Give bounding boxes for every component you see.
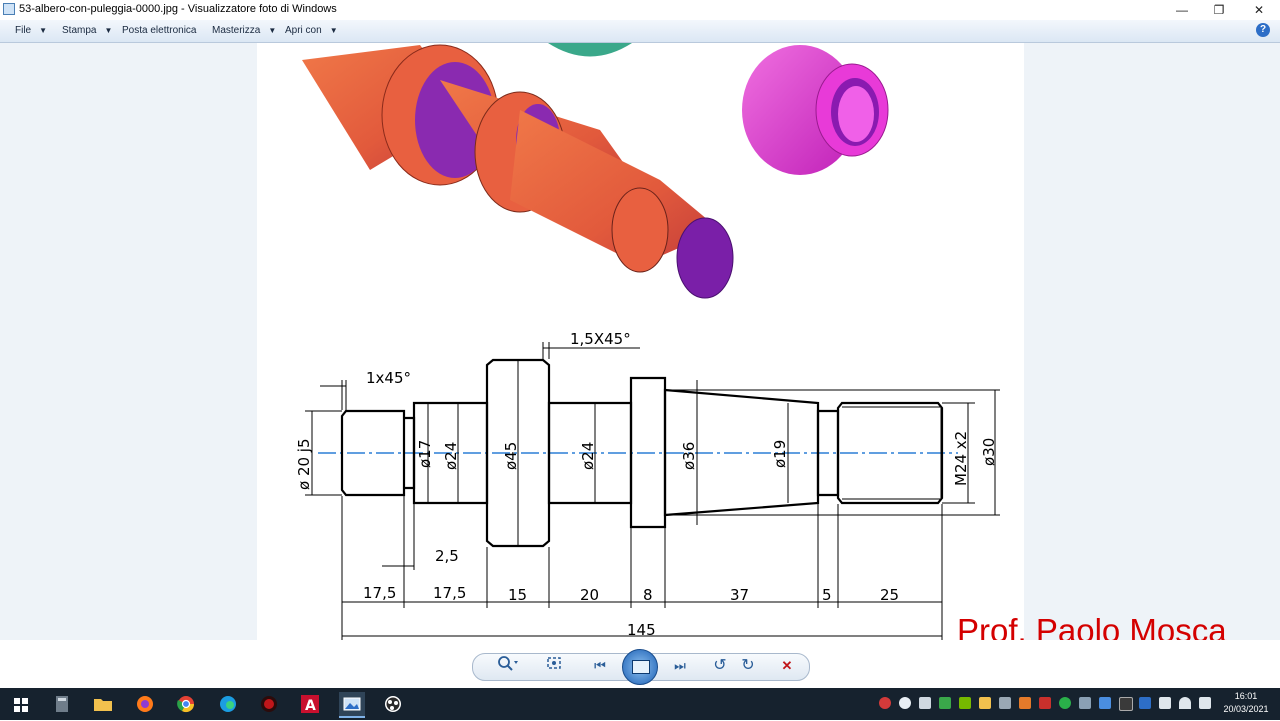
delete-button[interactable]: ✕ (775, 655, 799, 677)
dim-d30: ø30 (980, 438, 998, 466)
antivirus-icon[interactable] (1039, 697, 1051, 709)
menu-bar: File ▼ Stampa ▼ Posta elettronica Masteriz… (0, 20, 1280, 43)
dim-len-1: 17,5 (363, 584, 396, 602)
edge-icon[interactable] (215, 692, 241, 716)
menu-file[interactable]: File ▼ (15, 25, 47, 36)
dim-len-5: 8 (643, 586, 653, 604)
dim-len-2: 17,5 (433, 584, 466, 602)
drive-icon[interactable] (979, 697, 991, 709)
obs-icon[interactable] (380, 692, 406, 716)
displayed-image: 1x45° 1,5X45° ø 20 j5 ø17 ø24 ø45 ø24 ø3… (257, 43, 1024, 640)
wifi-icon[interactable] (1179, 697, 1191, 709)
magnifier-icon (498, 656, 518, 671)
close-button[interactable]: ✕ (1239, 0, 1279, 20)
dim-d19: ø19 (771, 440, 789, 468)
rotate-ccw-button[interactable]: ↺ (708, 655, 732, 677)
svg-text:A: A (305, 698, 316, 714)
photo-viewer-taskbar-icon[interactable] (339, 692, 365, 718)
dim-d36: ø36 (680, 442, 698, 470)
dim-d20-j5: ø 20 j5 (295, 438, 313, 490)
file-explorer-icon[interactable] (90, 692, 116, 716)
dim-d17: ø17 (416, 440, 434, 468)
dimension-texts: 1x45° 1,5X45° ø 20 j5 ø17 ø24 ø45 ø24 ø3… (295, 330, 998, 639)
dim-m24x2: M24 x2 (952, 431, 970, 486)
battery-icon[interactable] (1159, 697, 1171, 709)
calculator-icon[interactable] (49, 692, 75, 716)
next-button[interactable]: ⏭ (668, 655, 692, 677)
tray-record-icon[interactable] (879, 697, 891, 709)
slideshow-button[interactable] (622, 649, 658, 685)
slideshow-icon (632, 660, 650, 674)
maximize-button[interactable]: ❐ (1199, 0, 1239, 20)
dim-chamfer-1-5x45: 1,5X45° (570, 330, 631, 348)
menu-stampa-label: Stampa (62, 25, 97, 36)
autocad-icon[interactable]: A (297, 692, 323, 716)
app-red-icon[interactable] (256, 692, 282, 716)
system-clock[interactable]: 16:01 20/03/2021 (1218, 690, 1274, 716)
minimize-button[interactable]: — (1162, 0, 1202, 20)
dim-len-4: 20 (580, 586, 599, 604)
menu-apri-con[interactable]: Apri con ▼ (285, 25, 338, 36)
chevron-down-icon: ▼ (268, 26, 277, 35)
dim-len-8: 25 (880, 586, 899, 604)
sd-card-icon[interactable] (1119, 697, 1133, 711)
menu-posta-elettronica[interactable]: Posta elettronica (122, 25, 197, 36)
rotate-cw-button[interactable]: ↻ (736, 655, 760, 677)
chevron-down-icon: ▼ (39, 26, 48, 35)
menu-stampa[interactable]: Stampa ▼ (62, 25, 112, 36)
shield-icon[interactable] (939, 697, 951, 709)
whatsapp-icon[interactable] (1059, 697, 1071, 709)
dim-d24-b: ø24 (579, 442, 597, 470)
technical-drawing: 1x45° 1,5X45° ø 20 j5 ø17 ø24 ø45 ø24 ø3… (295, 43, 1000, 640)
firefox-icon[interactable] (132, 692, 158, 716)
chevron-down-icon: ▼ (329, 26, 338, 35)
chrome-icon[interactable] (173, 692, 199, 716)
start-button[interactable] (8, 692, 34, 716)
dim-d45: ø45 (502, 442, 520, 470)
zoom-button[interactable] (496, 655, 520, 677)
fit-icon (547, 657, 561, 669)
windows-logo-icon (14, 698, 28, 712)
menu-masterizza[interactable]: Masterizza ▼ (212, 25, 276, 36)
volume-icon[interactable] (1199, 697, 1211, 709)
shaft-3d-render (302, 43, 734, 299)
dim-chamfer-1x45: 1x45° (366, 369, 411, 387)
title-bar: 53-albero-con-puleggia-0000.jpg - Visual… (0, 0, 1280, 20)
dim-d24-a: ø24 (442, 442, 460, 470)
clock-date: 20/03/2021 (1223, 704, 1269, 714)
photo-viewer-icon (3, 3, 15, 15)
dim-len-7: 5 (822, 586, 832, 604)
dim-len-3: 15 (508, 586, 527, 604)
printer-icon[interactable] (999, 697, 1011, 709)
window-title: 53-albero-con-puleggia-0000.jpg - Visual… (19, 3, 337, 15)
clock-time: 16:01 (1234, 691, 1258, 701)
menu-posta-label: Posta elettronica (122, 25, 197, 36)
steam-icon[interactable] (1079, 697, 1091, 709)
actual-size-button[interactable] (542, 655, 566, 677)
help-icon[interactable]: ? (1256, 23, 1270, 37)
menu-file-label: File (15, 25, 32, 36)
dropbox-icon[interactable] (1099, 697, 1111, 709)
cloud-icon[interactable] (899, 697, 911, 709)
bushing-3d-render (742, 45, 889, 175)
chevron-down-icon: ▼ (104, 26, 113, 35)
dim-len-6: 37 (730, 586, 749, 604)
menu-masterizza-label: Masterizza (212, 25, 261, 36)
menu-apri-con-label: Apri con (285, 25, 322, 36)
nvidia-icon[interactable] (959, 697, 971, 709)
wrench-icon[interactable] (1019, 697, 1031, 709)
dim-total: 145 (627, 621, 656, 639)
previous-button[interactable]: ⏮ (588, 655, 612, 677)
dim-groove: 2,5 (435, 547, 459, 565)
usb-icon[interactable] (919, 697, 931, 709)
bluetooth-icon[interactable] (1139, 697, 1151, 709)
